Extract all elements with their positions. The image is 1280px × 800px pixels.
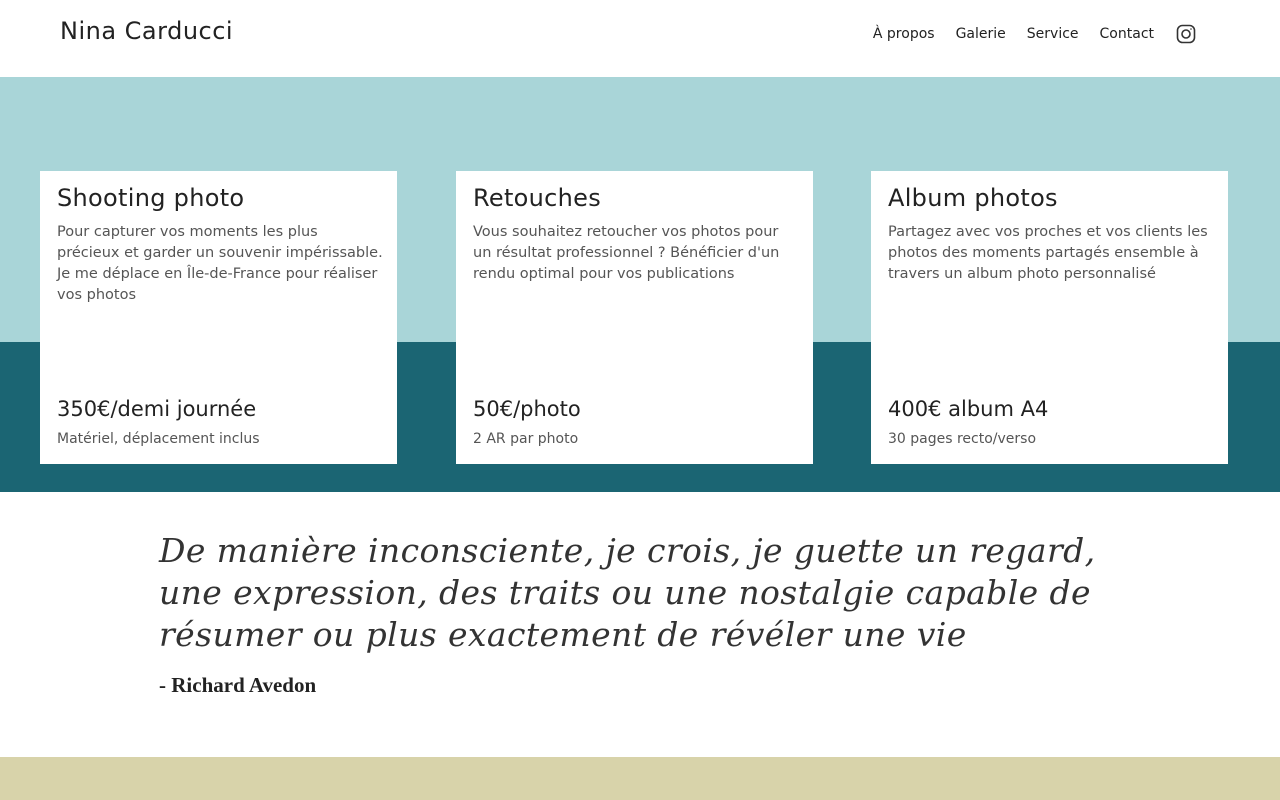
service-note: Matériel, déplacement inclus	[57, 431, 260, 447]
service-price: 400€ album A4	[888, 397, 1049, 421]
nav-link-contact[interactable]: Contact	[1100, 26, 1154, 42]
quote-author: - Richard Avedon	[159, 673, 317, 697]
service-title: Shooting photo	[57, 184, 245, 212]
instagram-icon[interactable]	[1176, 24, 1196, 44]
site-header: Nina Carducci À propos Galerie Service C…	[0, 0, 1280, 77]
nav-link-gallery[interactable]: Galerie	[956, 26, 1006, 42]
nav-link-service[interactable]: Service	[1027, 26, 1079, 42]
service-note: 2 AR par photo	[473, 431, 579, 447]
service-note: 30 pages recto/verso	[888, 431, 1037, 447]
service-price: 350€/demi journée	[57, 397, 257, 421]
service-title: Album photos	[888, 184, 1058, 212]
service-card-album: Album photos Partagez avec vos proches e…	[871, 171, 1228, 464]
main-nav: À propos Galerie Service Contact	[873, 24, 1196, 44]
service-title: Retouches	[473, 184, 602, 212]
brand-name[interactable]: Nina Carducci	[60, 17, 233, 45]
service-card-shooting: Shooting photo Pour capturer vos moments…	[40, 171, 397, 464]
service-description: Vous souhaitez retoucher vos photos pour…	[473, 224, 780, 282]
service-description: Partagez avec vos proches et vos clients…	[888, 224, 1208, 282]
nav-link-about[interactable]: À propos	[873, 26, 935, 42]
footer-band	[0, 757, 1280, 800]
quote-text: De manière inconsciente, je crois, je gu…	[159, 531, 1096, 654]
service-description: Pour capturer vos moments les plus préci…	[57, 224, 383, 303]
service-price: 50€/photo	[473, 397, 581, 421]
service-card-retouching: Retouches Vous souhaitez retoucher vos p…	[456, 171, 813, 464]
